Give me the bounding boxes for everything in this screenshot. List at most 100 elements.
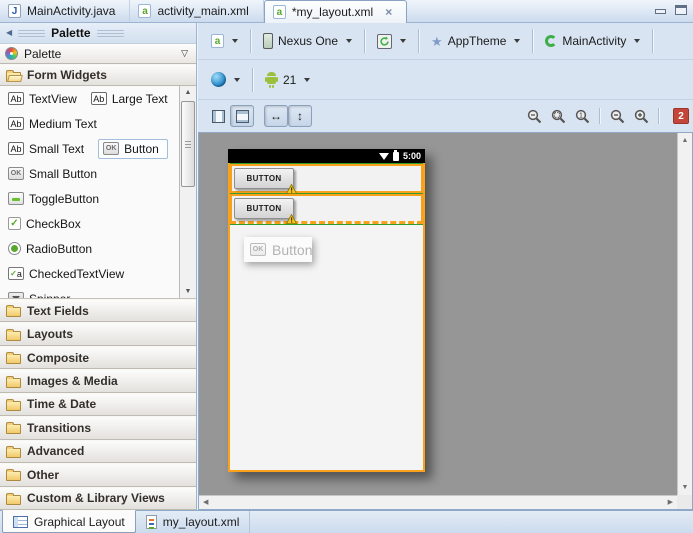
- zoom-100-icon[interactable]: 1: [573, 107, 591, 125]
- palette-item-label: Small Text: [29, 142, 84, 156]
- category-label: Custom & Library Views: [27, 491, 165, 505]
- canvas-area: 5:00 BUTTON: [198, 132, 693, 510]
- globe-icon: [211, 72, 226, 87]
- config-chooser-button[interactable]: a: [206, 32, 243, 50]
- palette-item-medium-text[interactable]: Ab Medium Text: [8, 117, 97, 131]
- chevron-down-icon[interactable]: ▽: [181, 48, 188, 59]
- palette-item-radiobutton[interactable]: RadioButton: [8, 242, 92, 256]
- palette-row: ✓ CheckBox: [0, 211, 179, 236]
- show-columns-toggle[interactable]: [206, 105, 230, 127]
- category-form-widgets[interactable]: Form Widgets: [0, 64, 196, 86]
- eclipse-adt-window: J MainActivity.java a activity_main.xml …: [0, 0, 693, 533]
- palette-scrollbar[interactable]: ▲ ▼: [179, 86, 196, 298]
- radiobutton-icon: [8, 242, 21, 255]
- palette-item-spinner[interactable]: Spinner: [8, 292, 70, 300]
- theme-star-icon: ★: [431, 35, 443, 48]
- theme-selector-button[interactable]: ★ AppTheme: [426, 32, 525, 50]
- scroll-down-icon[interactable]: ▼: [180, 288, 196, 295]
- collapse-left-icon[interactable]: ◀: [6, 29, 12, 37]
- scrollbar-thumb[interactable]: [181, 101, 195, 187]
- palette-item-checkbox[interactable]: ✓ CheckBox: [8, 217, 81, 231]
- category-label: Advanced: [27, 444, 84, 458]
- canvas-vertical-scrollbar[interactable]: ▲ ▼: [677, 133, 692, 495]
- scroll-up-icon[interactable]: ▲: [678, 137, 692, 144]
- dropdown-caret-icon: [514, 39, 520, 43]
- canvas-horizontal-scrollbar[interactable]: ◀ ▶: [199, 495, 677, 509]
- dropdown-caret-icon: [400, 39, 406, 43]
- design-canvas[interactable]: 5:00 BUTTON: [199, 133, 677, 495]
- palette-row: RadioButton: [0, 236, 179, 261]
- palette-item-textview[interactable]: Ab TextView: [8, 92, 77, 106]
- zoom-in-icon[interactable]: [632, 107, 650, 125]
- palette-collapsed-tab[interactable]: ◀ Palette: [0, 23, 196, 43]
- tab-graphical-layout[interactable]: Graphical Layout: [2, 510, 136, 533]
- button-widget-2[interactable]: BUTTON: [234, 198, 294, 219]
- category-time-date[interactable]: Time & Date: [0, 393, 196, 416]
- tab-mainactivity-java[interactable]: J MainActivity.java: [0, 0, 130, 22]
- dropdown-caret-icon: [304, 78, 310, 82]
- maximize-icon[interactable]: [675, 5, 687, 15]
- api-level-label: 21: [283, 73, 296, 87]
- folder-icon: [6, 307, 21, 317]
- orientation-selector-button[interactable]: [372, 32, 411, 51]
- palette-item-button[interactable]: OK Button: [98, 139, 168, 159]
- show-rows-toggle[interactable]: [230, 105, 254, 127]
- category-images-media[interactable]: Images & Media: [0, 369, 196, 392]
- palette-item-small-button[interactable]: OK Small Button: [8, 167, 97, 181]
- device-preview[interactable]: 5:00 BUTTON: [228, 149, 425, 472]
- tab-my-layout-xml[interactable]: a *my_layout.xml ×: [264, 0, 407, 23]
- issue-count-badge[interactable]: 2: [673, 108, 689, 124]
- palette-item-small-text[interactable]: Ab Small Text: [8, 142, 84, 156]
- activity-selector-button[interactable]: MainActivity: [540, 32, 645, 50]
- wifi-icon: [379, 153, 389, 160]
- api-level-selector-button[interactable]: 21: [260, 70, 315, 90]
- android-xml-file-icon: a: [211, 34, 224, 48]
- canvas-toolbar: ↔ ↕ 1: [198, 100, 693, 132]
- category-composite[interactable]: Composite: [0, 346, 196, 369]
- tab-my-layout-xml-source[interactable]: my_layout.xml: [136, 511, 251, 533]
- rotate-screen-icon: [377, 34, 392, 49]
- button-icon: OK: [250, 243, 266, 256]
- scroll-up-icon[interactable]: ▲: [180, 89, 196, 96]
- layout-row-2[interactable]: BUTTON: [230, 194, 423, 221]
- form-widgets-list: Ab TextView Ab Large Text Ab Medium Text: [0, 86, 196, 299]
- category-layouts[interactable]: Layouts: [0, 322, 196, 345]
- close-icon[interactable]: ×: [385, 6, 392, 18]
- palette-item-large-text[interactable]: Ab Large Text: [91, 92, 168, 106]
- zoom-out-icon[interactable]: [608, 107, 626, 125]
- expand-horizontal-toggle[interactable]: ↔: [264, 105, 288, 127]
- locale-selector-button[interactable]: [206, 70, 245, 89]
- scroll-right-icon[interactable]: ▶: [668, 499, 673, 506]
- button-widget-1[interactable]: BUTTON: [234, 168, 294, 189]
- category-other[interactable]: Other: [0, 463, 196, 486]
- warning-overlay-icon: [286, 184, 297, 194]
- device-selector-button[interactable]: Nexus One: [258, 31, 357, 51]
- category-label: Time & Date: [27, 397, 96, 411]
- activity-label: MainActivity: [562, 34, 626, 48]
- minimize-icon[interactable]: [654, 5, 666, 15]
- grip-handle: [97, 30, 124, 37]
- palette-item-togglebutton[interactable]: ToggleButton: [8, 192, 99, 206]
- layout-row-1[interactable]: BUTTON: [230, 164, 423, 193]
- category-transitions[interactable]: Transitions: [0, 416, 196, 439]
- palette-view-header[interactable]: Palette ▽: [0, 43, 196, 64]
- android-xml-file-icon: a: [273, 5, 286, 19]
- category-custom-library-views[interactable]: Custom & Library Views: [0, 487, 196, 510]
- folder-icon: [6, 471, 21, 481]
- category-advanced[interactable]: Advanced: [0, 440, 196, 463]
- palette-row: Spinner: [0, 286, 179, 299]
- category-text-fields[interactable]: Text Fields: [0, 299, 196, 322]
- drag-ghost-label: Button: [272, 242, 312, 258]
- palette-item-label: TextView: [29, 92, 77, 106]
- palette-item-label: Large Text: [112, 92, 168, 106]
- folder-icon: [6, 354, 21, 364]
- scroll-down-icon[interactable]: ▼: [678, 484, 692, 491]
- palette-item-checkedtextview[interactable]: ✓a CheckedTextView: [8, 267, 124, 281]
- zoom-minus-icon[interactable]: [525, 107, 543, 125]
- scroll-left-icon[interactable]: ◀: [203, 499, 208, 506]
- editor-tab-bar: J MainActivity.java a activity_main.xml …: [0, 0, 693, 23]
- zoom-fit-icon[interactable]: [549, 107, 567, 125]
- expand-vertical-toggle[interactable]: ↕: [288, 105, 312, 127]
- tab-activity-main-xml[interactable]: a activity_main.xml: [130, 0, 263, 22]
- linearlayout-root[interactable]: BUTTON BUTTON: [228, 163, 425, 472]
